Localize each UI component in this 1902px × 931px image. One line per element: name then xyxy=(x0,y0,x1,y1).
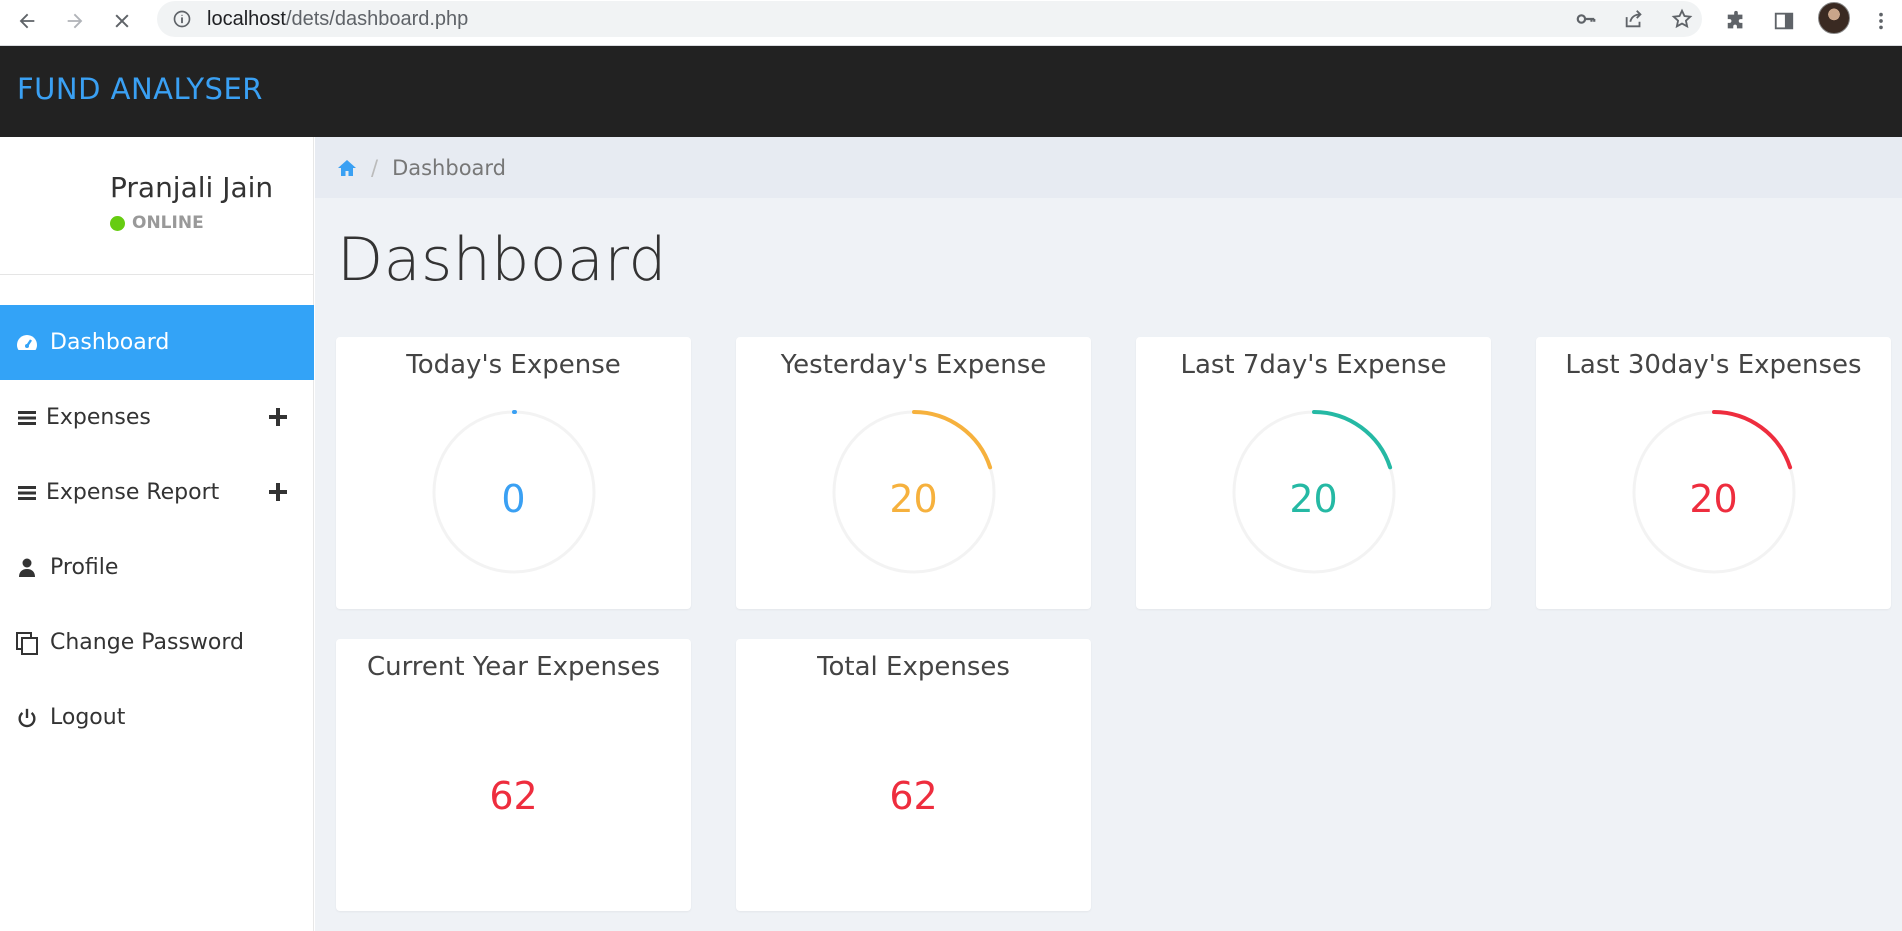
card-title: Today's Expense xyxy=(406,350,621,380)
url-host: localhost xyxy=(207,8,286,30)
star-icon xyxy=(1671,8,1693,29)
home-icon[interactable] xyxy=(337,159,357,177)
stop-loading-button[interactable] xyxy=(105,4,139,38)
sidebar-item-profile[interactable]: Profile xyxy=(0,530,314,605)
card-value: 20 xyxy=(889,477,938,521)
bars-icon xyxy=(14,405,40,431)
breadcrumb-current: Dashboard xyxy=(392,155,507,180)
profile-avatar[interactable] xyxy=(1818,2,1850,34)
copy-icon xyxy=(14,630,40,656)
card-value: 0 xyxy=(501,477,526,521)
sidebar-item-label: Profile xyxy=(50,555,119,580)
user-icon xyxy=(14,555,40,581)
sidebar: Pranjali Jain ONLINE Dashboard Expenses xyxy=(0,137,314,931)
kebab-menu-icon xyxy=(1879,12,1883,30)
breadcrumb: / Dashboard xyxy=(315,137,1902,198)
bookmark-button[interactable] xyxy=(1665,2,1699,36)
url-path: /dets/dashboard.php xyxy=(285,8,469,30)
card-value: 62 xyxy=(489,774,538,818)
browser-toolbar: localhost/dets/dashboard.php xyxy=(0,0,1902,46)
main-content: / Dashboard Dashboard Today's Expense 0 … xyxy=(315,137,1902,931)
info-icon xyxy=(173,10,191,28)
extensions-button[interactable] xyxy=(1719,4,1753,38)
address-bar[interactable]: localhost/dets/dashboard.php xyxy=(157,1,1702,37)
sidebar-item-logout[interactable]: Logout xyxy=(0,680,314,755)
password-key-button[interactable] xyxy=(1569,2,1603,36)
card-value: 62 xyxy=(889,774,938,818)
puzzle-icon xyxy=(1727,10,1743,29)
online-dot-icon xyxy=(110,215,125,231)
card-title: Total Expenses xyxy=(817,652,1010,682)
user-panel: Pranjali Jain ONLINE xyxy=(0,137,314,275)
card-value: 20 xyxy=(1689,477,1738,521)
sidebar-item-label: Dashboard xyxy=(50,330,170,355)
forward-button[interactable] xyxy=(58,4,92,38)
sidebar-item-label: Change Password xyxy=(50,630,244,655)
card-last-7-days-expense: Last 7day's Expense 20 xyxy=(1136,337,1491,609)
user-status-label: ONLINE xyxy=(132,213,204,233)
back-button[interactable] xyxy=(10,4,44,38)
browser-menu-button[interactable] xyxy=(1864,4,1898,38)
card-title: Last 30day's Expenses xyxy=(1565,350,1862,380)
share-button[interactable] xyxy=(1617,2,1651,36)
bars-icon xyxy=(14,480,40,506)
side-panel-button[interactable] xyxy=(1767,4,1801,38)
expand-plus-icon[interactable] xyxy=(264,478,292,506)
forward-arrow-icon xyxy=(67,13,83,29)
card-current-year-expenses: Current Year Expenses 62 xyxy=(336,639,691,911)
expand-plus-icon[interactable] xyxy=(264,403,292,431)
share-icon xyxy=(1625,10,1642,28)
card-title: Current Year Expenses xyxy=(366,652,661,682)
key-icon xyxy=(1576,14,1596,24)
card-total-expenses: Total Expenses 62 xyxy=(736,639,1091,911)
back-arrow-icon xyxy=(19,13,35,29)
user-status: ONLINE xyxy=(110,213,204,233)
breadcrumb-separator: / xyxy=(371,155,379,180)
page-title: Dashboard xyxy=(337,225,668,295)
brand-logo[interactable]: FUND ANALYSER xyxy=(17,72,263,106)
card-title: Last 7day's Expense xyxy=(1180,350,1447,380)
sidebar-item-label: Expenses xyxy=(46,405,151,430)
url-text: localhost/dets/dashboard.php xyxy=(207,8,468,31)
power-icon xyxy=(14,705,40,731)
dashboard-gauge-icon xyxy=(14,330,40,356)
card-yesterday-expense: Yesterday's Expense 20 xyxy=(736,337,1091,609)
app-header: FUND ANALYSER xyxy=(0,46,1902,137)
sidebar-item-expense-report[interactable]: Expense Report xyxy=(0,455,314,530)
sidebar-item-expenses[interactable]: Expenses xyxy=(0,380,314,455)
card-today-expense: Today's Expense 0 xyxy=(336,337,691,609)
card-value: 20 xyxy=(1289,477,1338,521)
sidebar-item-label: Logout xyxy=(50,705,126,730)
user-name: Pranjali Jain xyxy=(110,171,274,204)
card-last-30-days-expenses: Last 30day's Expenses 20 xyxy=(1536,337,1891,609)
sidebar-item-change-password[interactable]: Change Password xyxy=(0,605,314,680)
side-panel-icon xyxy=(1774,12,1794,30)
sidebar-menu: Dashboard Expenses Expense Report Profil… xyxy=(0,305,314,755)
sidebar-item-label: Expense Report xyxy=(46,480,220,505)
close-icon xyxy=(115,14,129,28)
card-title: Yesterday's Expense xyxy=(780,350,1047,380)
sidebar-item-dashboard[interactable]: Dashboard xyxy=(0,305,314,380)
